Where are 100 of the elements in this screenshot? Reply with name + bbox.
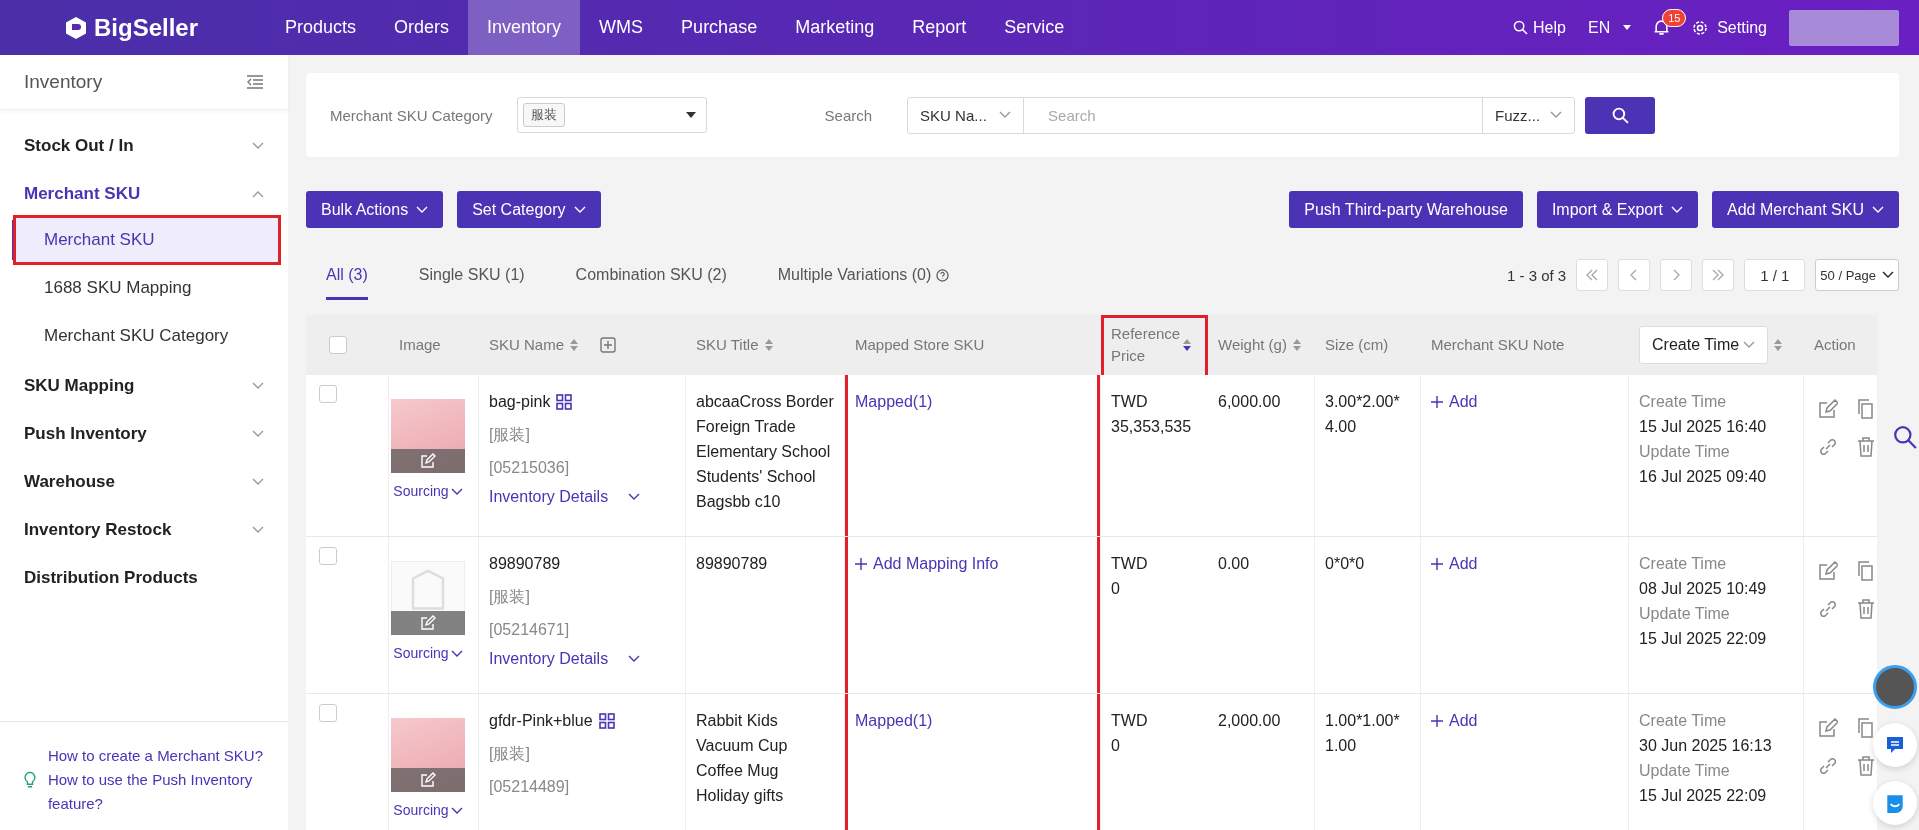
- nav-tab[interactable]: Report: [893, 0, 986, 55]
- trash-icon[interactable]: [1856, 756, 1876, 776]
- column-header: Weight (g): [1218, 335, 1287, 355]
- add-note-link[interactable]: Add: [1431, 708, 1478, 733]
- trash-icon[interactable]: [1856, 599, 1876, 619]
- nav-tab[interactable]: Marketing: [776, 0, 894, 55]
- collapse-menu-icon[interactable]: [246, 75, 264, 89]
- logo-icon: [64, 15, 88, 40]
- column-header: Size (cm): [1325, 335, 1389, 355]
- search-button[interactable]: [1585, 96, 1656, 134]
- row-checkbox[interactable]: [319, 704, 337, 722]
- sidebar-group[interactable]: Stock Out / In: [0, 122, 288, 170]
- toolbar-button[interactable]: Add Merchant SKU: [1712, 191, 1899, 228]
- filter-tab[interactable]: Single SKU (1): [418, 250, 525, 300]
- copy-icon[interactable]: [1856, 561, 1876, 581]
- edit-icon[interactable]: [1818, 718, 1838, 738]
- add-note-link[interactable]: Add: [1431, 551, 1478, 576]
- time-value: 30 Jun 2025 16:13: [1639, 736, 1773, 756]
- category-select[interactable]: 服装: [516, 97, 707, 133]
- nav-tab[interactable]: WMS: [580, 0, 663, 55]
- help-link[interactable]: How to use the Push Inventory feature?: [47, 768, 272, 816]
- plus-icon: [1431, 395, 1443, 408]
- toolbar-button[interactable]: Bulk Actions: [306, 191, 444, 228]
- edit-icon: [420, 453, 436, 469]
- variants-icon[interactable]: [598, 712, 615, 729]
- user-account-block[interactable]: [1789, 9, 1899, 46]
- sort-icon[interactable]: [1183, 339, 1191, 351]
- sourcing-link[interactable]: Sourcing: [393, 798, 463, 823]
- filter-tab[interactable]: All (3): [326, 250, 368, 300]
- sort-field-select[interactable]: Create Time: [1639, 326, 1769, 364]
- language-select[interactable]: EN: [1587, 18, 1632, 37]
- match-mode-select[interactable]: Fuzz...: [1482, 97, 1575, 133]
- edit-icon[interactable]: [1818, 399, 1838, 419]
- weight-value: 6,000.00: [1218, 393, 1281, 410]
- sku-name: 89890789: [489, 554, 561, 574]
- add-mapping-link[interactable]: Add Mapping Info: [855, 551, 999, 576]
- link-icon[interactable]: [1818, 437, 1838, 457]
- bell-icon[interactable]: [1653, 19, 1671, 36]
- help-link[interactable]: Help: [1513, 18, 1566, 37]
- copy-icon[interactable]: [1856, 718, 1876, 738]
- link-icon[interactable]: [1818, 756, 1838, 776]
- sourcing-link[interactable]: Sourcing: [393, 479, 463, 504]
- help-link[interactable]: How to create a Merchant SKU?: [47, 744, 272, 768]
- sidebar-title: Inventory: [24, 71, 103, 93]
- nav-tab[interactable]: Purchase: [662, 0, 777, 55]
- search-field-select[interactable]: SKU Na...: [908, 97, 1024, 133]
- toolbar-button[interactable]: Push Third-party Warehouse: [1289, 191, 1523, 228]
- sourcing-link[interactable]: Sourcing: [393, 641, 463, 666]
- toolbar-button[interactable]: Import & Export: [1536, 191, 1699, 228]
- nav-tab[interactable]: Orders: [375, 0, 469, 55]
- inventory-details-toggle[interactable]: Inventory Details: [489, 646, 675, 671]
- row-checkbox[interactable]: [319, 547, 337, 565]
- chevron-down-icon: [1743, 341, 1756, 349]
- sku-category: [服装]: [489, 425, 531, 445]
- page-size-select[interactable]: 50 / Page: [1815, 259, 1899, 291]
- sidebar-group[interactable]: SKU Mapping: [0, 362, 288, 410]
- page-number-field[interactable]: 1 / 1: [1744, 259, 1806, 291]
- sidebar-group[interactable]: Inventory Restock: [0, 506, 288, 554]
- chevron-up-icon: [252, 190, 264, 198]
- sidebar-group[interactable]: Distribution Products: [0, 554, 288, 602]
- nav-tab[interactable]: Service: [985, 0, 1084, 55]
- add-note-link[interactable]: Add: [1431, 389, 1478, 414]
- sidebar-group[interactable]: Warehouse: [0, 458, 288, 506]
- nav-tab[interactable]: Products: [266, 0, 376, 55]
- search-icon: [1611, 106, 1629, 124]
- chevron-icon: [1585, 268, 1600, 282]
- inventory-details-toggle[interactable]: Inventory Details: [489, 484, 675, 509]
- filter-tab[interactable]: Multiple Variations (0): [777, 250, 950, 300]
- row-checkbox[interactable]: [319, 385, 337, 403]
- edit-image-button[interactable]: [391, 449, 465, 473]
- filter-tab[interactable]: Combination SKU (2): [575, 250, 727, 300]
- search-icon[interactable]: [1893, 425, 1917, 449]
- link-icon[interactable]: [1818, 599, 1838, 619]
- expand-all-icon[interactable]: [600, 337, 617, 353]
- assistant-button[interactable]: [1873, 781, 1917, 825]
- brand-name: BigSeller: [94, 13, 199, 42]
- edit-image-button[interactable]: [391, 768, 465, 792]
- sidebar-item[interactable]: 1688 SKU Mapping: [16, 266, 278, 310]
- edit-image-button[interactable]: [391, 611, 465, 635]
- notification-badge: 15: [1662, 9, 1687, 27]
- trash-icon[interactable]: [1856, 437, 1876, 457]
- nav-tab[interactable]: Inventory: [468, 0, 581, 55]
- variants-icon[interactable]: [556, 393, 573, 410]
- support-avatar[interactable]: [1873, 665, 1917, 709]
- mapped-link[interactable]: Mapped(1): [855, 393, 933, 410]
- select-all-checkbox[interactable]: [329, 336, 347, 354]
- sidebar-group[interactable]: Merchant SKU: [0, 170, 288, 218]
- chat-button[interactable]: [1873, 723, 1917, 767]
- search-bar[interactable]: SKU Na... Search Fuzz...: [907, 96, 1576, 134]
- copy-icon[interactable]: [1856, 399, 1876, 419]
- chevron-down-icon: [628, 654, 641, 663]
- sku-category: [服装]: [489, 587, 531, 607]
- setting-button[interactable]: Setting: [1692, 18, 1767, 37]
- mapped-link[interactable]: Mapped(1): [855, 712, 933, 729]
- plus-icon: [1431, 714, 1443, 727]
- edit-icon[interactable]: [1818, 561, 1838, 581]
- help-icon[interactable]: [936, 268, 950, 282]
- sidebar-group[interactable]: Push Inventory: [0, 410, 288, 458]
- sidebar-item[interactable]: Merchant SKU Category: [16, 314, 278, 358]
- toolbar-button[interactable]: Set Category: [457, 191, 601, 228]
